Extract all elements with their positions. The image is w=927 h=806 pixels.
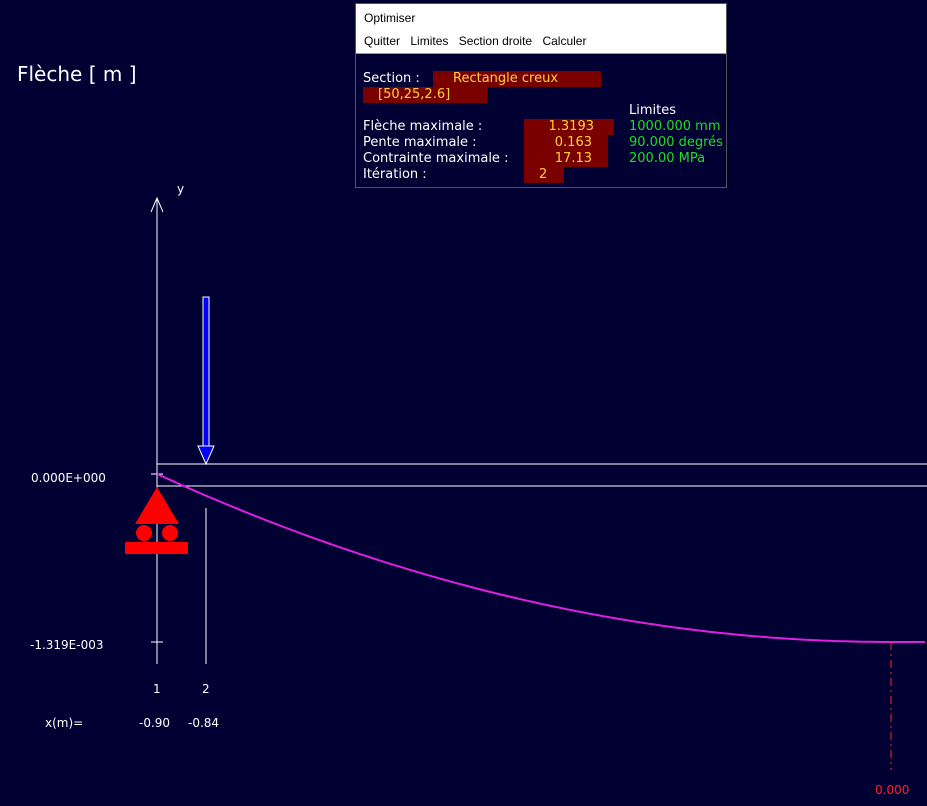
stress-limit: 200.00 MPa: [629, 151, 706, 166]
roller-support-icon: [125, 487, 188, 554]
y-axis-label: y: [177, 182, 185, 196]
y-tick-label: 0.000E+000: [31, 471, 106, 485]
x-value: -0.84: [188, 716, 220, 730]
menu-limites[interactable]: Limites: [410, 34, 448, 48]
slope-label: Pente maximale :: [363, 135, 477, 150]
slope-limit: 90.000 degrés: [629, 135, 723, 150]
limits-header: Limites: [629, 103, 676, 118]
section-value: Rectangle creux: [433, 71, 601, 87]
max-marker-value: 0.000: [875, 783, 910, 797]
y-tick-label: -1.319E-003: [30, 638, 104, 652]
x-label: x(m)=: [45, 716, 84, 730]
deflection-curve: [156, 473, 925, 643]
deflection-value: 1.3193: [524, 119, 614, 135]
deflection-label: Flèche maximale :: [363, 119, 483, 134]
iteration-value: 2: [524, 167, 564, 183]
menu-calculer[interactable]: Calculer: [542, 34, 586, 48]
menu-section-droite[interactable]: Section droite: [459, 34, 532, 48]
optimiser-window: Optimiser Quitter Limites Section droite…: [355, 3, 727, 188]
node-label: 2: [202, 682, 210, 696]
iteration-label: Itération :: [363, 167, 427, 182]
load-arrow-icon: [197, 296, 215, 466]
menu-bar: Quitter Limites Section droite Calculer: [356, 32, 726, 54]
section-dims: [50,25,2.6]: [363, 87, 487, 103]
section-label: Section :: [363, 71, 420, 86]
window-title: Optimiser: [356, 4, 726, 32]
stress-value: 17.13: [524, 151, 608, 167]
x-value: -0.90: [139, 716, 171, 730]
menu-quitter[interactable]: Quitter: [364, 34, 400, 48]
deflection-limit: 1000.000 mm: [629, 119, 721, 134]
node-label: 1: [153, 682, 161, 696]
stress-label: Contrainte maximale :: [363, 151, 509, 166]
slope-value: 0.163: [524, 135, 608, 151]
beam: [156, 463, 927, 487]
